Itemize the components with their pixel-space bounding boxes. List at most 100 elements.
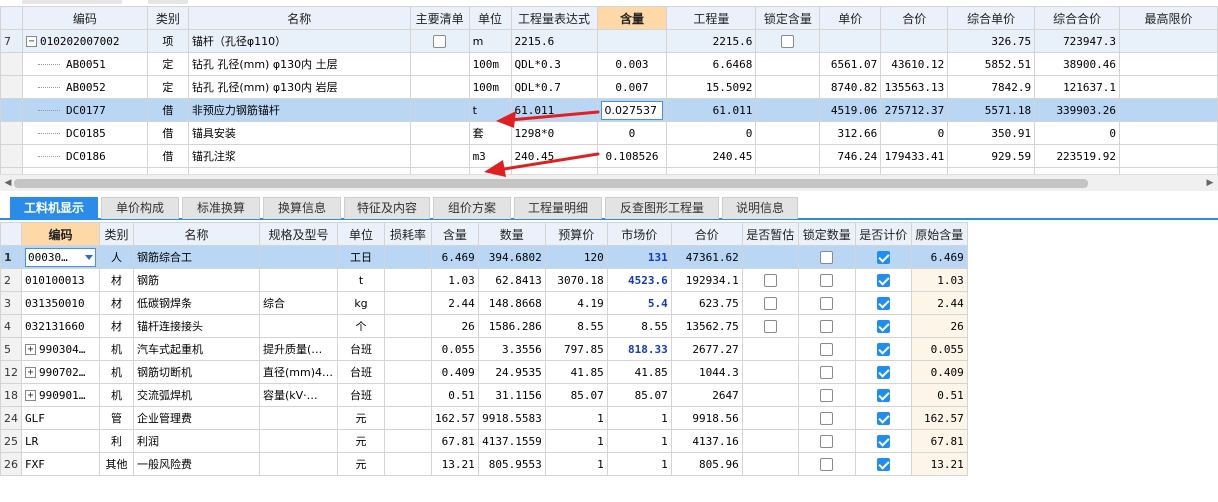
table-row[interactable]: AB0052 定 钻孔 孔径(mm) φ130内 岩层 100m QDL*0.7… (0, 75, 1218, 99)
type-cell[interactable]: 材 (99, 291, 134, 315)
quantity-cell[interactable]: 1586.286 (477, 314, 546, 338)
name-cell[interactable]: 利润 (133, 429, 260, 453)
name-cell[interactable]: 钢筋切断机 (133, 360, 260, 384)
lock-qty-cell[interactable] (797, 452, 856, 476)
type-cell[interactable]: 定 (146, 52, 189, 76)
content-cell[interactable]: 26 (431, 314, 479, 338)
unit-cell[interactable]: 台班 (337, 337, 385, 361)
is-priced-checkbox[interactable] (876, 273, 890, 287)
type-cell[interactable]: 机 (99, 360, 134, 384)
col-header-code[interactable]: 编码 (21, 222, 100, 246)
content-cell[interactable]: 0.003 (596, 52, 668, 76)
is-priced-cell[interactable] (854, 452, 912, 476)
name-cell[interactable]: 一般风险费 (133, 452, 260, 476)
col-header-unit[interactable]: 单位 (337, 222, 385, 246)
table-row[interactable]: 26 FXF 其他 一般风险费元 13.21 805.9553 1 1 805.96 13.21 (0, 452, 968, 476)
main-list-cell[interactable] (409, 98, 470, 122)
content-cell[interactable]: 0.007 (596, 75, 668, 99)
unit-cell[interactable]: kg (337, 291, 385, 315)
is-priced-cell[interactable] (854, 337, 912, 361)
name-cell[interactable]: 交流弧焊机 (133, 383, 260, 407)
provisional-checkbox[interactable] (763, 273, 777, 287)
unit-cell[interactable]: 台班 (337, 360, 385, 384)
comp-price-cell[interactable]: 326.75 (947, 29, 1036, 53)
budget-price-cell[interactable]: 4.19 (544, 291, 608, 315)
loss-rate-cell[interactable] (384, 406, 432, 430)
lock-cell[interactable] (755, 75, 821, 99)
price-cell[interactable]: 746.24 (819, 144, 882, 168)
table-row[interactable]: 12 +990702… 机钢筋切断机 直径(mm)4… 台班 0.409 24.9535 41… (0, 360, 968, 384)
total-cell[interactable] (880, 29, 949, 53)
lock-qty-checkbox[interactable] (820, 273, 834, 287)
lock-qty-checkbox[interactable] (820, 388, 834, 402)
spec-cell[interactable] (259, 245, 338, 269)
quantity-cell[interactable]: 9918.5583 (477, 406, 546, 430)
max-price-cell[interactable] (1119, 75, 1218, 99)
table-row[interactable]: 7 −010202007002 项 锚杆（孔径φ110） m 2215.6 22… (0, 29, 1218, 53)
code-dropdown[interactable]: 00030… (25, 247, 96, 267)
comp-price-cell[interactable]: 7842.9 (947, 75, 1036, 99)
unit-cell[interactable]: 100m (468, 52, 512, 76)
budget-price-cell[interactable]: 1 (544, 429, 608, 453)
comp-total-cell[interactable]: 0 (1034, 121, 1121, 145)
spec-cell[interactable]: 提升质量(… (259, 337, 338, 361)
is-priced-cell[interactable] (854, 268, 912, 292)
loss-rate-cell[interactable] (384, 245, 432, 269)
horizontal-scrollbar[interactable]: ◀ ▶ (0, 174, 1218, 191)
loss-rate-cell[interactable] (384, 337, 432, 361)
content-cell[interactable]: 0.027537 (596, 98, 668, 122)
provisional-cell[interactable] (741, 452, 799, 476)
code-cell[interactable]: DC0186 (21, 144, 148, 168)
col-header-expression[interactable]: 工程量表达式 (510, 6, 598, 30)
is-priced-checkbox[interactable] (876, 434, 890, 448)
unit-cell[interactable]: 元 (337, 429, 385, 453)
table-row[interactable]: DC0186 借 锚孔注浆 m3 240.45 0.108526 240.45 … (0, 144, 1218, 168)
unit-cell[interactable]: m (468, 29, 512, 53)
type-cell[interactable]: 其他 (99, 452, 134, 476)
col-header-content[interactable]: 含量 (596, 6, 668, 30)
total-cell[interactable]: 623.75 (670, 291, 743, 315)
col-header-content[interactable]: 含量 (431, 222, 479, 246)
loss-rate-cell[interactable] (384, 314, 432, 338)
col-header-original-content[interactable]: 原始含量 (910, 222, 968, 246)
tab-quantity-details[interactable]: 工程量明细 (514, 197, 602, 219)
total-cell[interactable]: 1044.3 (670, 360, 743, 384)
type-cell[interactable]: 借 (146, 98, 189, 122)
total-cell[interactable]: 805.96 (670, 452, 743, 476)
lock-qty-checkbox[interactable] (820, 296, 834, 310)
col-header-name[interactable]: 名称 (133, 222, 260, 246)
tab-labor-material-machine[interactable]: 工料机显示 (10, 197, 98, 219)
unit-cell[interactable]: 工日 (337, 245, 385, 269)
loss-rate-cell[interactable] (384, 452, 432, 476)
unit-cell[interactable]: 套 (468, 121, 512, 145)
col-header-loss-rate[interactable]: 损耗率 (384, 222, 432, 246)
loss-rate-cell[interactable] (384, 291, 432, 315)
code-cell[interactable]: 031350010 (21, 291, 100, 315)
type-cell[interactable]: 人 (99, 245, 134, 269)
quantity-cell[interactable]: 148.8668 (477, 291, 546, 315)
lock-cell[interactable] (755, 29, 821, 53)
content-edit-input[interactable]: 0.027537 (600, 100, 664, 120)
name-cell[interactable]: 钢筋 (133, 268, 260, 292)
lock-qty-cell[interactable] (797, 245, 856, 269)
content-cell[interactable] (596, 29, 668, 53)
code-cell[interactable]: −010202007002 (21, 29, 148, 53)
main-list-cell[interactable] (409, 75, 470, 99)
main-list-cell[interactable] (409, 144, 470, 168)
content-cell[interactable]: 0 (596, 121, 668, 145)
name-cell[interactable]: 企业管理费 (133, 406, 260, 430)
provisional-cell[interactable] (741, 314, 799, 338)
provisional-cell[interactable] (741, 406, 799, 430)
quantity-cell[interactable]: 2215.6 (666, 29, 757, 53)
name-cell[interactable]: 汽车式起重机 (133, 337, 260, 361)
original-content-cell[interactable]: 67.81 (910, 429, 968, 453)
col-header-market-price[interactable]: 市场价 (606, 222, 672, 246)
table-row[interactable]: 24 GLF 管企业管理费元 162.57 9918.5583 1 1 9918.56 162.… (0, 406, 968, 430)
main-list-checkbox[interactable] (433, 34, 447, 48)
content-cell[interactable]: 0.51 (431, 383, 479, 407)
table-row[interactable]: 18 +990901… 机交流弧焊机 容量(kV·… 台班 0.51 31.1156 85.0… (0, 383, 968, 407)
code-cell[interactable]: GLF (21, 406, 100, 430)
total-cell[interactable]: 4137.16 (670, 429, 743, 453)
unit-cell[interactable]: 100m (468, 75, 512, 99)
lock-qty-checkbox[interactable] (820, 411, 834, 425)
